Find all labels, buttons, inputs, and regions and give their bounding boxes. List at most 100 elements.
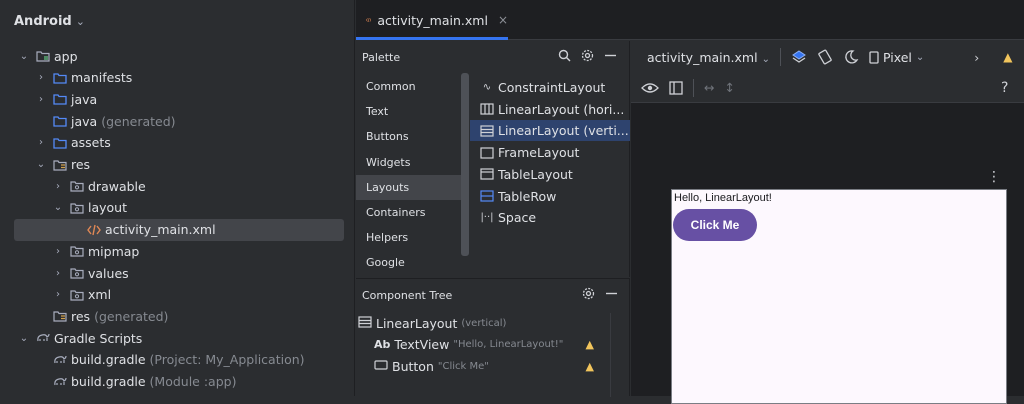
preview-button[interactable]: Click Me (673, 209, 757, 241)
gear-icon[interactable] (581, 49, 594, 62)
divider (693, 78, 694, 97)
project-view-selector[interactable]: Android ⌄ (14, 14, 85, 29)
xml-file-icon (366, 18, 372, 22)
tree-item[interactable]: ⌄ res (0, 154, 355, 176)
chevron-right-icon[interactable]: › (52, 268, 64, 279)
palette-category-text[interactable]: Text (356, 99, 462, 124)
help-icon[interactable]: ? (1001, 80, 1008, 96)
warning-icon[interactable]: ▲ (586, 338, 594, 351)
palette-item-label: Space (498, 210, 537, 226)
palette-title: Palette (362, 51, 401, 64)
tree-item-label: app (54, 48, 78, 64)
palette-item[interactable]: LinearLayout (hori... (470, 99, 630, 120)
palette-item[interactable]: LinearLayout (verti... (470, 120, 630, 142)
tree-item[interactable]: › values (0, 262, 355, 284)
tree-item[interactable]: › drawable (0, 175, 355, 197)
component-label: Button (392, 358, 434, 374)
horizontal-constraint-icon[interactable]: ↔ (704, 80, 714, 95)
tree-item[interactable]: › xml (0, 284, 355, 306)
palette-item[interactable]: FrameLayout (470, 142, 630, 163)
tree-item-suffix: (Project: My_Application) (149, 352, 305, 368)
tree-item[interactable]: build.gradle (Project: My_Application) (0, 349, 355, 371)
component-hint: (vertical) (461, 317, 507, 329)
design-toolbar-secondary: ↔ ↕ ? (631, 73, 1024, 103)
file-dropdown[interactable]: activity_main.xml ⌄ (647, 50, 770, 65)
tree-item[interactable]: res (generated) (0, 305, 355, 327)
palette-item-label: ConstraintLayout (498, 80, 606, 95)
active-tab-underline (356, 37, 508, 40)
textview-icon: Ab (374, 338, 391, 351)
tree-item[interactable]: › assets (0, 132, 355, 154)
component-tree-row[interactable]: Button "Click Me" ▲ (356, 355, 614, 377)
close-icon[interactable]: × (498, 13, 508, 27)
tree-item-label: build.gradle (71, 352, 146, 368)
palette-category-common[interactable]: Common (356, 74, 462, 99)
palette-item[interactable]: ∿ ConstraintLayout (470, 77, 630, 98)
chevron-right-icon[interactable]: › (35, 137, 47, 148)
gear-icon[interactable] (582, 287, 595, 300)
tree-item[interactable]: › java (0, 88, 355, 110)
tree-item[interactable]: › manifests (0, 67, 355, 89)
warning-icon[interactable]: ▲ (1003, 50, 1012, 64)
chevron-right-icon[interactable]: › (35, 72, 47, 83)
folder-icon (53, 137, 67, 149)
tree-item[interactable]: ⌄ layout (0, 197, 355, 219)
palette-category-widgets[interactable]: Widgets (356, 150, 462, 175)
preview-textview[interactable]: Hello, LinearLayout! (674, 192, 772, 204)
eye-icon[interactable] (641, 81, 659, 95)
chevron-right-icon[interactable]: › (52, 289, 64, 300)
tree-item[interactable]: ⌄ Gradle Scripts (0, 327, 355, 349)
package-icon (70, 202, 84, 214)
tree-item[interactable]: › mipmap (0, 240, 355, 262)
tree-item[interactable]: ⌄ app (0, 45, 355, 67)
palette-item[interactable]: TableRow (470, 186, 630, 207)
tree-item[interactable]: java (generated) (0, 110, 355, 132)
palette-category-buttons[interactable]: Buttons (356, 124, 462, 149)
component-label: LinearLayout (376, 315, 458, 331)
tree-item-label: activity_main.xml (105, 222, 216, 238)
blueprint-icon[interactable] (669, 80, 683, 95)
chevron-right-icon[interactable]: › (35, 94, 47, 105)
category-scrollbar[interactable] (461, 73, 469, 256)
palette-item-label: FrameLayout (498, 145, 580, 161)
project-view-label: Android (14, 14, 72, 29)
chevron-right-icon[interactable]: › (52, 246, 64, 257)
device-dropdown[interactable]: Pixel ⌄ (869, 50, 924, 65)
vertical-constraint-icon[interactable]: ↕ (724, 80, 734, 95)
component-tree-toolbar (582, 287, 618, 300)
palette-item[interactable]: TableLayout (470, 164, 630, 185)
palette-category-containers[interactable]: Containers (356, 200, 462, 225)
palette-category-helpers[interactable]: Helpers (356, 225, 462, 250)
folder-icon (53, 115, 67, 127)
palette-category-google[interactable]: Google (356, 250, 462, 275)
search-icon[interactable] (558, 49, 571, 62)
chevron-down-icon[interactable]: ⌄ (52, 202, 64, 213)
more-options-icon[interactable]: ⋮ (987, 169, 1001, 185)
night-mode-icon[interactable] (843, 49, 859, 65)
chevron-right-icon[interactable]: › (52, 181, 64, 192)
tab-activity-main[interactable]: activity_main.xml × (356, 0, 508, 40)
component-tree-row[interactable]: LinearLayout (vertical) (356, 312, 614, 334)
tree-item-label: build.gradle (71, 374, 146, 389)
button-icon (374, 359, 388, 374)
divider (779, 48, 781, 66)
frame-layout-icon (480, 146, 494, 159)
chevron-down-icon[interactable]: ⌄ (18, 333, 30, 344)
tree-item-suffix: (generated) (94, 308, 169, 324)
palette-item[interactable]: |··| Space (470, 207, 630, 228)
tree-item[interactable]: activity_main.xml (14, 218, 344, 241)
palette-item-label: TableLayout (498, 166, 573, 182)
component-tree-row[interactable]: Ab TextView "Hello, LinearLayout!" ▲ (356, 334, 614, 356)
tree-item-suffix: (generated) (101, 113, 176, 129)
minimize-icon[interactable] (605, 287, 618, 300)
tree-item[interactable]: build.gradle (Module :app) (0, 371, 355, 393)
design-surface-icon[interactable] (791, 49, 807, 65)
warning-icon[interactable]: ▲ (586, 360, 594, 373)
orientation-icon[interactable] (817, 49, 833, 65)
tree-item-label: layout (88, 200, 128, 216)
minimize-icon[interactable] (604, 49, 617, 62)
chevron-right-icon[interactable]: › (974, 50, 979, 65)
chevron-down-icon[interactable]: ⌄ (18, 51, 30, 62)
palette-category-layouts[interactable]: Layouts (356, 174, 462, 200)
chevron-down-icon[interactable]: ⌄ (35, 159, 47, 170)
